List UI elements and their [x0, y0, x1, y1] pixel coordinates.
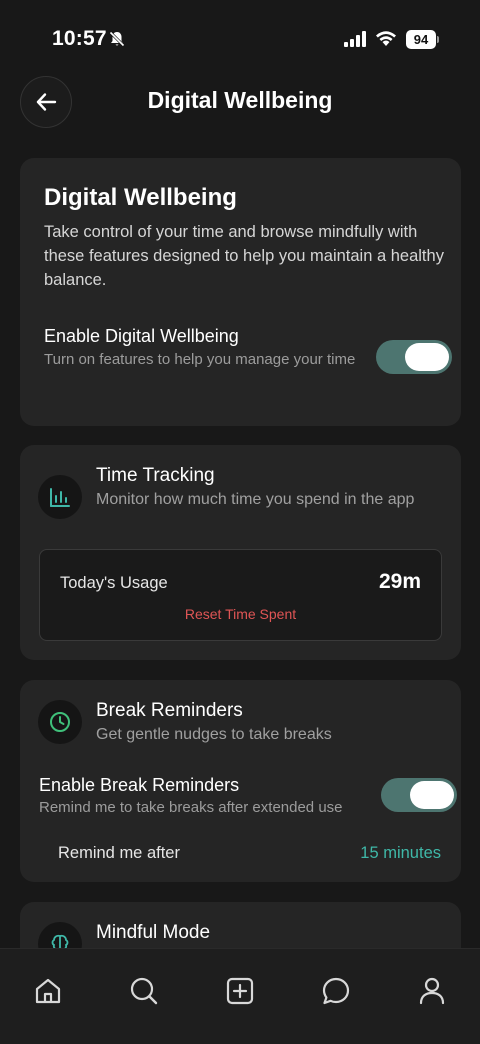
mindful-mode-title: Mindful Mode	[96, 922, 211, 943]
time-tracking-card: Time Tracking Monitor how much time you …	[20, 445, 461, 660]
break-reminders-toggle[interactable]	[381, 778, 457, 812]
nav-create[interactable]	[222, 973, 258, 1009]
status-time: 10:57	[52, 27, 107, 50]
usage-value: 29m	[378, 570, 421, 593]
reset-time-button[interactable]: Reset Time Spent	[40, 606, 441, 622]
bottom-navigation	[0, 948, 480, 1044]
battery-tip	[437, 36, 439, 43]
add-post-icon	[226, 977, 254, 1005]
page-header: Digital Wellbeing	[0, 74, 480, 130]
remind-after-value[interactable]: 15 minutes	[360, 844, 441, 863]
break-reminders-card: Break Reminders Get gentle nudges to tak…	[20, 680, 461, 882]
bar-chart-icon	[38, 475, 82, 519]
usage-label: Today's Usage	[60, 574, 168, 592]
break-reminders-subtitle: Get gentle nudges to take breaks	[96, 726, 332, 743]
toggle-knob	[405, 343, 449, 371]
digital-wellbeing-card: Digital Wellbeing Take control of your t…	[20, 158, 461, 426]
status-bar: 10:57 94	[0, 0, 480, 78]
messages-icon	[322, 977, 350, 1005]
intro-description: Take control of your time and browse min…	[44, 223, 444, 289]
toggle-knob	[410, 781, 454, 809]
nav-messages[interactable]	[318, 973, 354, 1009]
profile-icon	[419, 977, 445, 1005]
home-icon	[35, 978, 61, 1004]
break-reminders-title: Break Reminders	[96, 700, 243, 721]
bell-muted-icon	[109, 31, 125, 47]
time-tracking-subtitle: Monitor how much time you spend in the a…	[96, 491, 415, 508]
enable-break-reminders-title: Enable Break Reminders	[39, 775, 240, 795]
page-title: Digital Wellbeing	[147, 87, 333, 113]
intro-title: Digital Wellbeing	[44, 184, 237, 211]
battery-indicator: 94	[406, 30, 436, 49]
remind-after-label: Remind me after	[58, 844, 180, 862]
nav-search[interactable]	[126, 973, 162, 1009]
enable-break-reminders-subtitle: Remind me to take breaks after extended …	[39, 799, 343, 816]
enable-wellbeing-subtitle: Turn on features to help you manage your…	[44, 351, 356, 368]
signal-icon	[344, 31, 366, 47]
time-tracking-title: Time Tracking	[96, 465, 215, 486]
wifi-icon	[376, 31, 396, 46]
nav-home[interactable]	[30, 973, 66, 1009]
usage-box: Today's Usage 29m Reset Time Spent	[39, 549, 442, 641]
search-icon	[130, 977, 158, 1005]
enable-wellbeing-title: Enable Digital Wellbeing	[44, 326, 239, 346]
nav-profile[interactable]	[414, 973, 450, 1009]
clock-icon	[38, 700, 82, 744]
enable-wellbeing-toggle[interactable]	[376, 340, 452, 374]
